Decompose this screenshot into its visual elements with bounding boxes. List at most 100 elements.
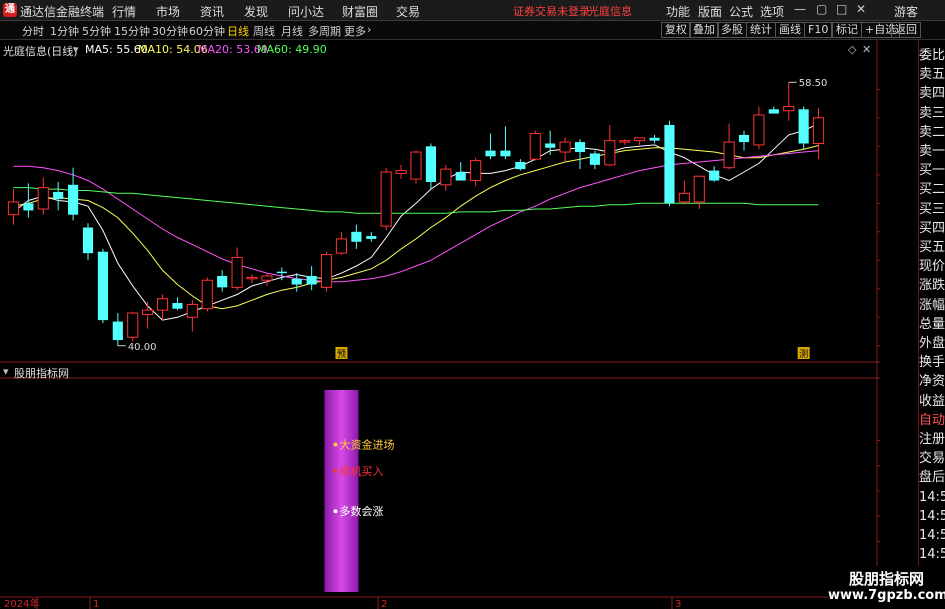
diamond-icon[interactable]: ◇ (848, 43, 856, 56)
candle-body-up (380, 171, 392, 227)
tool-multistock[interactable]: 多股 (717, 22, 747, 38)
sidebar-field: 卖二 (919, 124, 945, 140)
menu-ask[interactable]: 问小达 (288, 3, 324, 20)
top-menu-bar: 通 通达信金融终端 行情 市场 资讯 发现 问小达 财富圈 交易 证券交易未登录… (0, 0, 945, 21)
candle-body-up (723, 141, 735, 169)
period-daily[interactable]: 日线 (227, 23, 249, 39)
timeline-label: 1 (93, 599, 99, 609)
sidebar-field: 换手 (919, 355, 945, 371)
period-timeshare[interactable]: 分时 (22, 23, 44, 39)
menu-market[interactable]: 市场 (156, 3, 180, 20)
candle-body-up (156, 298, 169, 311)
quote-sidebar: 委比 卖五 卖四 卖三 卖二 卖一 买一 买二 买三 买四 买五 现价 涨跌 涨幅 总量 外盘 换手 净资 收益 自动… (918, 40, 945, 609)
candle-body-up (634, 137, 646, 142)
menu-function[interactable]: 功能 (666, 3, 690, 20)
candle-body-up (246, 276, 258, 280)
candle-body-down (112, 321, 123, 341)
period-1min[interactable]: 1分钟 (50, 23, 79, 39)
candle-body-up (142, 309, 154, 315)
period-15min[interactable]: 15分钟 (114, 23, 150, 39)
menu-wealth[interactable]: 财富圈 (342, 3, 378, 20)
sidebar-field: 买二 (919, 182, 945, 198)
candle-body-up (7, 201, 20, 216)
sidebar-field: 涨幅 (919, 297, 945, 313)
sidebar-field: 卖三 (919, 105, 945, 121)
menu-quotes[interactable]: 行情 (112, 3, 136, 20)
menu-news[interactable]: 资讯 (200, 3, 224, 20)
period-5min[interactable]: 5分钟 (82, 23, 111, 39)
indicator-options-icon[interactable]: ▾ (3, 365, 9, 378)
restore-icon[interactable]: ▢ (816, 2, 827, 16)
candle-body-down (709, 170, 720, 181)
signal-label: 大资金进场 (339, 438, 394, 452)
menu-formula[interactable]: 公式 (729, 3, 753, 20)
sidebar-field: 买三 (919, 201, 945, 217)
period-more[interactable]: 更多 (344, 23, 366, 39)
candle-body-down (545, 143, 556, 148)
candle-body-up (619, 140, 631, 143)
menu-options[interactable]: 选项 (760, 3, 784, 20)
close-icon[interactable]: ✕ (856, 2, 866, 16)
stock-name-top: 光庭信息 (588, 5, 632, 18)
sidebar-field: 14:56 (919, 528, 945, 543)
app-title: 通达信金融终端 (20, 5, 105, 19)
chart-title: 光庭信息(日线) (3, 45, 78, 58)
tool-overlay[interactable]: 叠加 (689, 22, 719, 38)
chart-area[interactable]: 40424446485052545658 58.5040.00预测 57.510… (0, 40, 913, 609)
candle-body-up (783, 105, 795, 112)
candle-body-up (37, 187, 49, 210)
menu-trade[interactable]: 交易 (396, 3, 420, 20)
candle-body-up (231, 256, 243, 288)
tool-stats[interactable]: 统计 (746, 22, 776, 38)
chart-options-icon[interactable]: ▾ (73, 43, 79, 56)
event-marker-label: 测 (799, 349, 808, 360)
signal-label: 多数会涨 (339, 504, 383, 518)
timeline-label: 2024年 (4, 597, 39, 609)
sidebar-field: 涨跌 (919, 278, 945, 294)
candle-body-up (201, 279, 213, 310)
period-monthly[interactable]: 月线 (281, 23, 303, 39)
candle-body-up (529, 133, 541, 160)
guest-button[interactable]: 游客 (894, 3, 918, 20)
tool-mark[interactable]: 标记 (832, 22, 862, 38)
signal-dot (333, 442, 338, 447)
candle-body-down (68, 184, 79, 215)
sidebar-field: 14:56 (919, 508, 945, 524)
tool-f10[interactable]: F10 (804, 22, 833, 38)
tool-back[interactable]: 返回 (891, 22, 921, 38)
candle-body-down (23, 203, 34, 211)
sidebar-field: 14:56 (919, 489, 945, 505)
sidebar-field: 总量 (919, 316, 945, 332)
tool-draw[interactable]: 画线 (775, 22, 805, 38)
candle-body-up (812, 117, 825, 144)
period-multi[interactable]: 多周期 (308, 23, 341, 39)
minimize-icon[interactable]: — (794, 2, 806, 16)
menu-layout[interactable]: 版面 (698, 3, 722, 20)
chevron-right-icon[interactable]: › (367, 23, 371, 36)
tool-adjust[interactable]: 复权 (661, 22, 691, 38)
sidebar-field: 现价 (919, 259, 945, 275)
candle-body-down (425, 146, 436, 182)
maximize-icon[interactable]: □ (836, 2, 847, 16)
sidebar-field: 注册 (919, 432, 945, 447)
close-panel-icon[interactable]: ✕ (862, 43, 871, 56)
menu-discover[interactable]: 发现 (244, 3, 268, 20)
candle-body-up (753, 114, 765, 146)
candle-body-down (366, 236, 377, 239)
period-30min[interactable]: 30分钟 (152, 23, 188, 39)
sidebar-field: 买四 (919, 220, 945, 236)
sidebar-field: 卖一 (919, 144, 945, 159)
period-weekly[interactable]: 周线 (253, 23, 275, 39)
app-logo-icon: 通 (3, 3, 17, 17)
period-60min[interactable]: 60分钟 (189, 23, 225, 39)
login-status[interactable]: 证券交易未登录 (513, 3, 590, 19)
candle-body-down (738, 134, 750, 143)
candle-body-down (515, 162, 526, 170)
sidebar-field: 外盘 (919, 336, 945, 351)
sidebar-field: 盘后 (919, 470, 945, 486)
app-window: 通 通达信金融终端 行情 市场 资讯 发现 问小达 财富圈 交易 证券交易未登录… (0, 0, 945, 609)
candle-body-down (306, 275, 317, 285)
signal-dot (333, 509, 338, 514)
candle-body-down (455, 171, 466, 181)
chart-svg[interactable]: 40424446485052545658 58.5040.00预测 57.510… (0, 40, 913, 609)
